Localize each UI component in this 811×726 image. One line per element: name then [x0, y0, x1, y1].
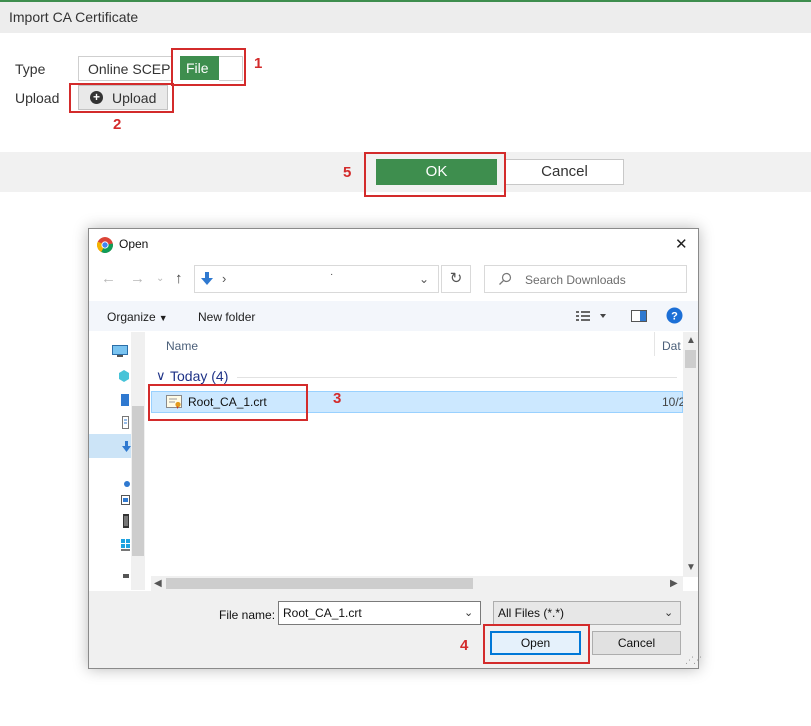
file-name-input[interactable]: Root_CA_1.crt ⌄	[278, 601, 481, 625]
file-type-select[interactable]: All Files (*.*) ⌄	[493, 601, 681, 625]
chrome-icon	[97, 237, 113, 253]
downloads-nav-icon[interactable]	[122, 440, 131, 458]
help-icon[interactable]: ?	[666, 307, 683, 329]
new-folder-button[interactable]: New folder	[198, 310, 255, 324]
type-label: Type	[15, 61, 46, 77]
pictures-icon[interactable]	[121, 492, 130, 510]
search-input[interactable]: Search Downloads	[484, 265, 687, 293]
annotation-box-2	[69, 83, 174, 113]
annotation-box-1	[171, 48, 246, 86]
column-separator[interactable]	[654, 332, 655, 356]
upload-label: Upload	[15, 90, 60, 106]
address-path-text: ·	[330, 269, 334, 280]
group-header-today[interactable]: Today (4)	[170, 368, 228, 384]
file-name-value: Root_CA_1.crt	[283, 606, 362, 620]
3d-objects-icon[interactable]	[119, 369, 129, 387]
annotation-box-4	[483, 624, 590, 664]
preview-pane-icon[interactable]	[631, 309, 647, 328]
group-divider	[237, 377, 677, 378]
file-date-text: 10/2	[662, 395, 686, 409]
scroll-down-icon[interactable]: ▼	[686, 562, 696, 573]
dialog-cancel-button[interactable]: Cancel	[592, 631, 681, 655]
videos-icon[interactable]	[123, 514, 129, 533]
file-name-dropdown-icon[interactable]: ⌄	[464, 606, 473, 619]
address-bar[interactable]: › · ⌄	[194, 265, 439, 293]
close-icon[interactable]: ✕	[675, 235, 688, 253]
desktop-icon[interactable]	[121, 393, 129, 411]
windows-drive-icon[interactable]	[121, 538, 130, 556]
back-arrow-icon[interactable]: ←	[101, 270, 116, 287]
type-option-online-scep[interactable]: Online SCEP	[78, 56, 173, 81]
file-list	[151, 332, 683, 577]
chevron-down-icon[interactable]: ⌄	[419, 272, 429, 286]
view-options-icon[interactable]	[576, 309, 608, 328]
scroll-left-icon[interactable]: ◀	[154, 578, 162, 589]
up-arrow-icon[interactable]: ↑	[175, 270, 183, 287]
search-icon	[497, 271, 513, 292]
open-file-dialog: Open ✕ ← → ⌄ ↑ › · ⌄ ↻ Search Downloads …	[88, 228, 702, 669]
forward-arrow-icon[interactable]: →	[130, 270, 145, 287]
downloads-folder-icon	[199, 271, 215, 292]
nav-scrollbar-thumb[interactable]	[132, 406, 144, 556]
annotation-number-4: 4	[460, 637, 469, 654]
drive-icon[interactable]	[123, 566, 129, 584]
scroll-up-icon[interactable]: ▲	[686, 335, 696, 346]
refresh-icon[interactable]: ↻	[441, 265, 471, 293]
caret-down-icon: ▼	[158, 313, 168, 323]
panel-title: Import CA Certificate	[9, 9, 139, 25]
scroll-right-icon[interactable]: ▶	[670, 578, 678, 589]
organize-label: Organize	[107, 310, 156, 324]
vertical-scrollbar[interactable]	[683, 332, 698, 577]
organize-menu[interactable]: Organize ▼	[107, 310, 168, 324]
dialog-title: Open	[119, 237, 149, 251]
cancel-button[interactable]: Cancel	[505, 159, 624, 185]
resize-grip-icon[interactable]: ⋰⋰	[685, 655, 702, 666]
address-chevron-icon: ›	[222, 271, 227, 286]
this-pc-icon[interactable]	[112, 345, 128, 363]
annotation-box-3	[148, 384, 308, 421]
file-type-dropdown-icon[interactable]: ⌄	[664, 606, 673, 619]
annotation-number-3: 3	[333, 390, 342, 407]
annotation-number-1: 1	[254, 55, 263, 72]
recent-locations-icon[interactable]: ⌄	[156, 273, 164, 284]
documents-icon[interactable]	[122, 416, 129, 434]
horizontal-scrollbar-thumb[interactable]	[166, 578, 473, 589]
column-header-date[interactable]: Dat	[662, 339, 681, 353]
file-type-value: All Files (*.*)	[498, 606, 565, 620]
svg-text:?: ?	[671, 311, 678, 323]
annotation-box-5	[364, 152, 506, 197]
column-header-name[interactable]: Name	[166, 339, 198, 353]
search-placeholder: Search Downloads	[525, 273, 626, 287]
group-collapse-icon[interactable]: ∨	[156, 368, 166, 384]
music-icon[interactable]	[124, 475, 130, 493]
annotation-number-5: 5	[343, 164, 352, 181]
vertical-scrollbar-thumb[interactable]	[685, 350, 696, 368]
annotation-number-2: 2	[113, 116, 122, 133]
file-name-label: File name:	[219, 608, 276, 622]
